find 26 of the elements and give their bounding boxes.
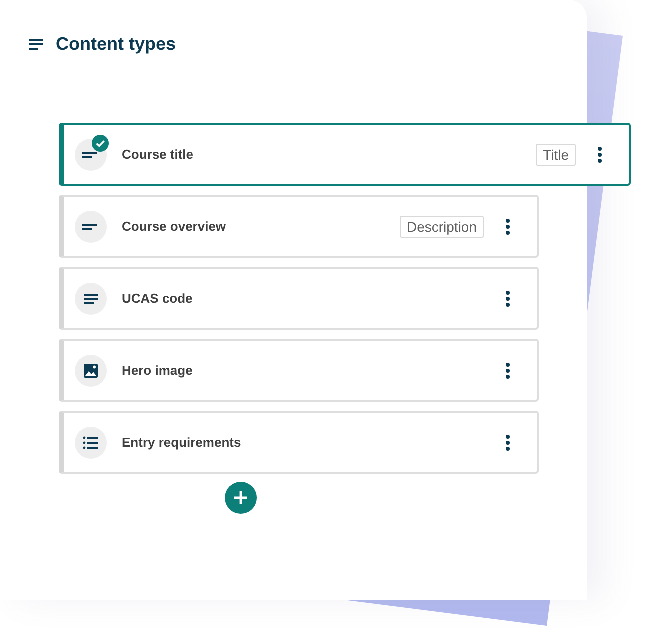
content-type-item[interactable]: UCAS code bbox=[59, 267, 539, 330]
item-label: Course overview bbox=[122, 218, 226, 236]
kebab-menu-icon bbox=[506, 362, 510, 378]
short-text-icon bbox=[75, 210, 107, 242]
notes-icon bbox=[29, 38, 43, 50]
text-lines-icon bbox=[75, 282, 107, 314]
panel-title: Content types bbox=[56, 33, 176, 56]
item-label: Course title bbox=[122, 146, 194, 164]
content-type-item[interactable]: Entry requirements bbox=[59, 411, 539, 474]
plus-icon bbox=[234, 491, 248, 505]
content-type-item[interactable]: Hero image bbox=[59, 339, 539, 402]
add-button[interactable] bbox=[225, 482, 257, 514]
kebab-menu-icon bbox=[598, 146, 602, 162]
kebab-menu-icon bbox=[506, 290, 510, 306]
content-type-item[interactable]: Course title Title bbox=[59, 123, 631, 186]
item-label: Entry requirements bbox=[122, 434, 242, 452]
item-label: Hero image bbox=[122, 362, 193, 380]
item-label: UCAS code bbox=[122, 290, 193, 308]
field-type-tag: Description bbox=[400, 216, 484, 238]
list-icon bbox=[75, 426, 107, 458]
kebab-menu-icon bbox=[506, 434, 510, 450]
kebab-menu-icon bbox=[506, 218, 510, 234]
image-icon bbox=[75, 354, 107, 386]
content-type-item[interactable]: Course overview Description bbox=[59, 195, 539, 258]
check-badge-icon bbox=[92, 134, 109, 152]
field-type-tag: Title bbox=[536, 144, 576, 166]
